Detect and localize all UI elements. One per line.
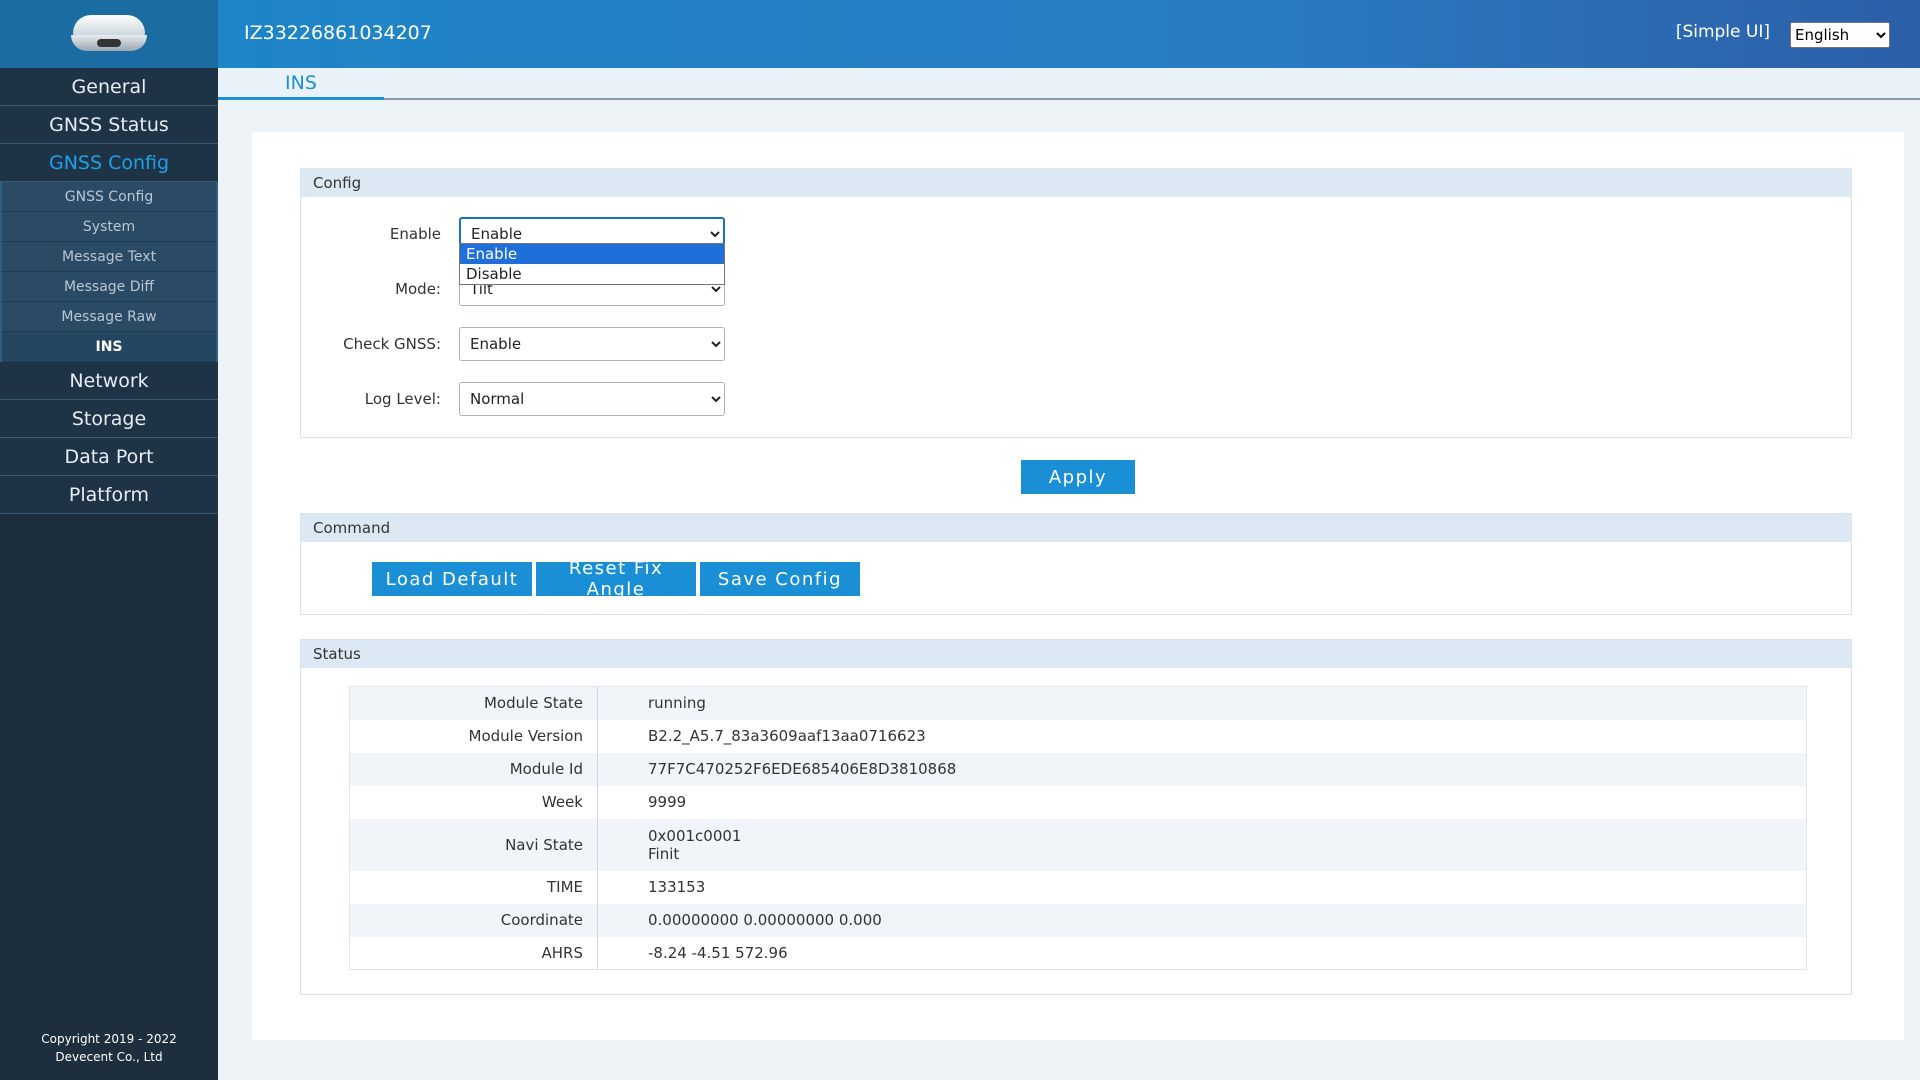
navi-state-code: 0x001c0001 [648,826,742,845]
table-row: Coordinate 0.00000000 0.00000000 0.000 [349,903,1807,937]
config-section: Config Enable Enable Enable Disable Mode… [300,168,1852,438]
status-key: Module Version [349,719,598,753]
sidebar-item-storage[interactable]: Storage [0,400,218,438]
sidebar-subitem-message-text[interactable]: Message Text [2,242,216,272]
command-section: Command [300,513,1852,615]
table-row: Week 9999 [349,785,1807,819]
status-section: Status Module State running Module Versi… [300,639,1852,995]
table-row: Module Id 77F7C470252F6EDE685406E8D38108… [349,752,1807,786]
status-value: 0x001c0001 Finit [598,819,1807,871]
status-key: Navi State [349,818,598,871]
status-value: 0.00000000 0.00000000 0.000 [648,911,882,929]
header: IZ33226861034207 [Simple UI] English [218,0,1920,68]
table-row: Module State running [349,686,1807,720]
enable-option-disable[interactable]: Disable [460,264,724,284]
main-panel: Config Enable Enable Enable Disable Mode… [252,132,1904,1040]
status-value: -8.24 -4.51 572.96 [648,943,788,962]
tab-bar: INS [218,68,1920,100]
gnss-config-submenu: GNSS Config System Message Text Message … [0,182,218,362]
language-select[interactable]: English [1790,22,1890,48]
simple-ui-link[interactable]: [Simple UI] [1676,22,1770,42]
status-key: AHRS [349,936,598,970]
status-value: 9999 [648,793,687,811]
check-gnss-label: Check GNSS: [343,335,441,353]
status-key: Module Id [349,752,598,786]
enable-option-enable[interactable]: Enable [460,244,724,264]
status-key: Module State [349,686,598,720]
status-key: TIME [349,870,598,904]
logo [0,0,218,68]
tab-ins[interactable]: INS [218,68,384,100]
device-id: IZ33226861034207 [244,22,432,44]
sidebar: General GNSS Status GNSS Config GNSS Con… [0,0,218,1080]
sidebar-item-gnss-status[interactable]: GNSS Status [0,106,218,144]
sidebar-subitem-gnss-config[interactable]: GNSS Config [2,182,216,212]
status-section-title: Status [301,640,1851,668]
status-value: B2.2_A5.7_83a3609aaf13aa0716623 [648,727,926,745]
sidebar-item-platform[interactable]: Platform [0,476,218,514]
status-value: running [648,694,706,713]
table-row: Module Version B2.2_A5.7_83a3609aaf13aa0… [349,719,1807,753]
navi-state-text: Finit [648,844,680,863]
config-section-title: Config [301,169,1851,197]
table-row: TIME 133153 [349,870,1807,904]
check-gnss-row: Check GNSS: Enable [301,327,1851,361]
log-level-label: Log Level: [364,390,441,408]
load-default-button[interactable]: Load Default [372,562,532,596]
log-level-select[interactable]: Normal [459,382,725,416]
enable-dropdown-list: Enable Disable [459,243,725,285]
apply-button[interactable]: Apply [1021,460,1135,494]
sidebar-item-network[interactable]: Network [0,362,218,400]
gnss-receiver-icon [67,13,151,55]
copyright-line-1: Copyright 2019 - 2022 [41,1032,177,1046]
sidebar-item-data-port[interactable]: Data Port [0,438,218,476]
table-row: AHRS -8.24 -4.51 572.96 [349,936,1807,970]
command-section-title: Command [301,514,1851,542]
status-table: Module State running Module Version B2.2… [349,686,1807,970]
table-row: Navi State 0x001c0001 Finit [349,818,1807,871]
sidebar-subitem-ins[interactable]: INS [2,332,216,362]
check-gnss-select[interactable]: Enable [459,327,725,361]
status-key: Week [349,785,598,819]
sidebar-subitem-message-raw[interactable]: Message Raw [2,302,216,332]
save-config-button[interactable]: Save Config [700,562,860,596]
copyright: Copyright 2019 - 2022 Devecent Co., Ltd [0,1030,218,1066]
sidebar-subitem-message-diff[interactable]: Message Diff [2,272,216,302]
sidebar-item-gnss-config[interactable]: GNSS Config [0,144,218,182]
mode-label: Mode: [395,280,441,298]
log-level-row: Log Level: Normal [301,382,1851,416]
sidebar-subitem-system[interactable]: System [2,212,216,242]
status-key: Coordinate [349,903,598,937]
copyright-line-2: Devecent Co., Ltd [55,1050,163,1064]
status-value: 77F7C470252F6EDE685406E8D3810868 [648,760,957,778]
sidebar-item-general[interactable]: General [0,68,218,106]
reset-fix-angle-button[interactable]: Reset Fix Angle [536,558,696,600]
status-value: 133153 [648,878,706,896]
enable-label: Enable [389,225,441,243]
